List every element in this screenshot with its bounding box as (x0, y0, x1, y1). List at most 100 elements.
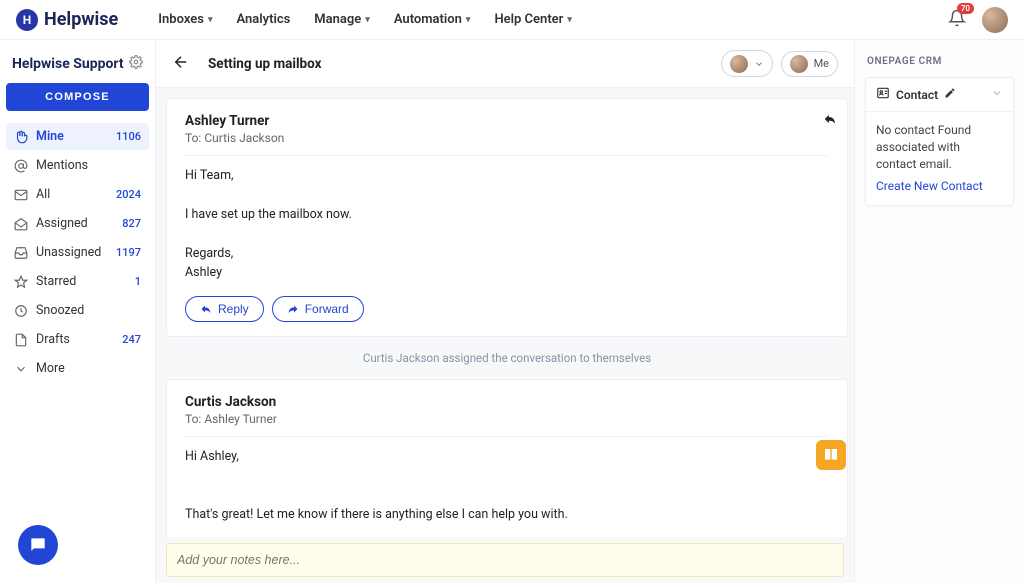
sidebar-item-unassigned[interactable]: Unassigned 1197 (6, 239, 149, 266)
message-card: Ashley Turner To: Curtis Jackson Hi Team… (166, 98, 848, 337)
chevron-down-icon (754, 54, 764, 73)
nav-automation[interactable]: Automation▾ (394, 12, 471, 27)
notes-input[interactable] (177, 553, 833, 567)
no-contact-text: No contact Found associated with contact… (876, 122, 1003, 172)
sidebar-item-label: Drafts (36, 332, 70, 347)
sidebar-header: Helpwise Support (6, 50, 149, 83)
reply-label: Reply (218, 302, 249, 316)
sidebar-item-starred[interactable]: Starred 1 (6, 268, 149, 295)
sidebar-item-snoozed[interactable]: Snoozed (6, 297, 149, 324)
topnav-right: 70 (948, 7, 1008, 33)
sidebar-item-mine[interactable]: Mine 1106 (6, 123, 149, 150)
reply-button[interactable]: Reply (185, 296, 264, 322)
me-pill-label: Me (814, 57, 829, 70)
message-sender: Curtis Jackson (185, 394, 829, 410)
right-panel-title: ONEPAGE CRM (867, 56, 1012, 67)
me-pill[interactable]: Me (781, 51, 838, 77)
contact-card-body: No contact Found associated with contact… (866, 112, 1013, 205)
chat-icon (28, 535, 48, 555)
assignee-pill[interactable] (721, 50, 773, 77)
message-sender: Ashley Turner (185, 113, 829, 129)
nav-analytics[interactable]: Analytics (236, 12, 290, 27)
sidebar-item-more[interactable]: More (6, 355, 149, 382)
chevron-down-icon: ▾ (567, 15, 572, 25)
chevron-down-icon: ▾ (365, 15, 370, 25)
right-panel: ONEPAGE CRM Contact No contact Found ass… (854, 40, 1024, 583)
sidebar-item-label: Snoozed (36, 303, 84, 318)
message-to: To: Curtis Jackson (185, 131, 829, 145)
activity-log-line: Curtis Jackson assigned the conversation… (166, 351, 848, 365)
inbox-icon (14, 246, 28, 260)
chevron-down-icon[interactable] (991, 87, 1003, 102)
nav-manage[interactable]: Manage ▾ (314, 12, 370, 27)
back-button[interactable] (172, 53, 190, 75)
chevron-down-icon (14, 362, 28, 376)
forward-icon (287, 303, 299, 315)
chevron-down-icon: ▾ (208, 15, 213, 25)
brand-logo[interactable]: H Helpwise (16, 9, 118, 31)
message-actions: Reply Forward (185, 296, 829, 322)
sidebar-item-label: Mentions (36, 158, 88, 173)
contact-card-header[interactable]: Contact (866, 78, 1013, 112)
sidebar-item-label: More (36, 361, 65, 376)
main-column: Setting up mailbox Me Ashley Turner To: … (156, 40, 854, 583)
mail-open-icon (14, 217, 28, 231)
mail-icon (14, 188, 28, 202)
conversation-scroll[interactable]: Ashley Turner To: Curtis Jackson Hi Team… (156, 88, 854, 537)
gear-icon[interactable] (129, 54, 143, 73)
file-icon (14, 333, 28, 347)
sidebar-item-label: Starred (36, 274, 76, 289)
intercom-launcher[interactable] (18, 525, 58, 565)
header-actions: Me (721, 50, 838, 77)
sidebar-item-label: Mine (36, 129, 64, 144)
sidebar-item-mentions[interactable]: Mentions (6, 152, 149, 179)
clock-icon (14, 304, 28, 318)
sidebar-item-count: 1197 (116, 246, 141, 259)
notifications-button[interactable]: 70 (948, 9, 966, 31)
sidebar: Helpwise Support COMPOSE Mine 1106 Menti… (0, 40, 156, 583)
sidebar-item-assigned[interactable]: Assigned 827 (6, 210, 149, 237)
message-card: Curtis Jackson To: Ashley Turner Hi Ashl… (166, 379, 848, 537)
compose-button[interactable]: COMPOSE (6, 83, 149, 111)
sidebar-item-count: 2024 (116, 188, 141, 201)
sidebar-item-count: 1 (135, 275, 141, 288)
contact-card-icon (876, 86, 890, 103)
inbox-title: Helpwise Support (12, 56, 124, 72)
message-to: To: Ashley Turner (185, 412, 829, 426)
reply-corner-icon[interactable] (823, 111, 837, 130)
avatar-icon (730, 55, 748, 73)
sidebar-item-count: 247 (122, 333, 141, 346)
sidebar-item-drafts[interactable]: Drafts 247 (6, 326, 149, 353)
conversation-title: Setting up mailbox (208, 56, 321, 72)
sidebar-item-label: Assigned (36, 216, 88, 231)
hand-icon (14, 130, 28, 144)
contact-card: Contact No contact Found associated with… (865, 77, 1014, 206)
notes-input-bar (166, 543, 844, 577)
nav-label: Manage (314, 12, 361, 27)
user-avatar[interactable] (982, 7, 1008, 33)
nav-helpcenter[interactable]: Help Center ▾ (494, 12, 571, 27)
book-icon (823, 447, 839, 463)
notification-count-badge: 70 (957, 3, 974, 14)
star-icon (14, 275, 28, 289)
sidebar-item-label: Unassigned (36, 245, 101, 260)
nav-label: Help Center (494, 12, 563, 27)
reply-icon (200, 303, 212, 315)
sidebar-item-count: 1106 (116, 130, 141, 143)
edit-icon[interactable] (944, 87, 956, 102)
message-body: Hi Team, I have set up the mailbox now. … (185, 155, 829, 282)
sidebar-item-count: 827 (122, 217, 141, 230)
nav-label: Automation (394, 12, 462, 27)
sidebar-item-all[interactable]: All 2024 (6, 181, 149, 208)
brand-name: Helpwise (44, 9, 118, 30)
conversation-header: Setting up mailbox Me (156, 40, 854, 88)
forward-button[interactable]: Forward (272, 296, 364, 322)
main-nav: Inboxes▾ Analytics Manage▾ Automation▾ H… (158, 12, 572, 27)
create-contact-link[interactable]: Create New Contact (876, 178, 983, 195)
help-float-button[interactable] (816, 440, 846, 470)
nav-label: Analytics (236, 12, 290, 27)
contact-card-title: Contact (896, 88, 938, 102)
nav-inboxes[interactable]: Inboxes ▾ (158, 12, 212, 27)
nav-label: Inboxes (158, 12, 204, 27)
logo-mark-icon: H (16, 9, 38, 31)
